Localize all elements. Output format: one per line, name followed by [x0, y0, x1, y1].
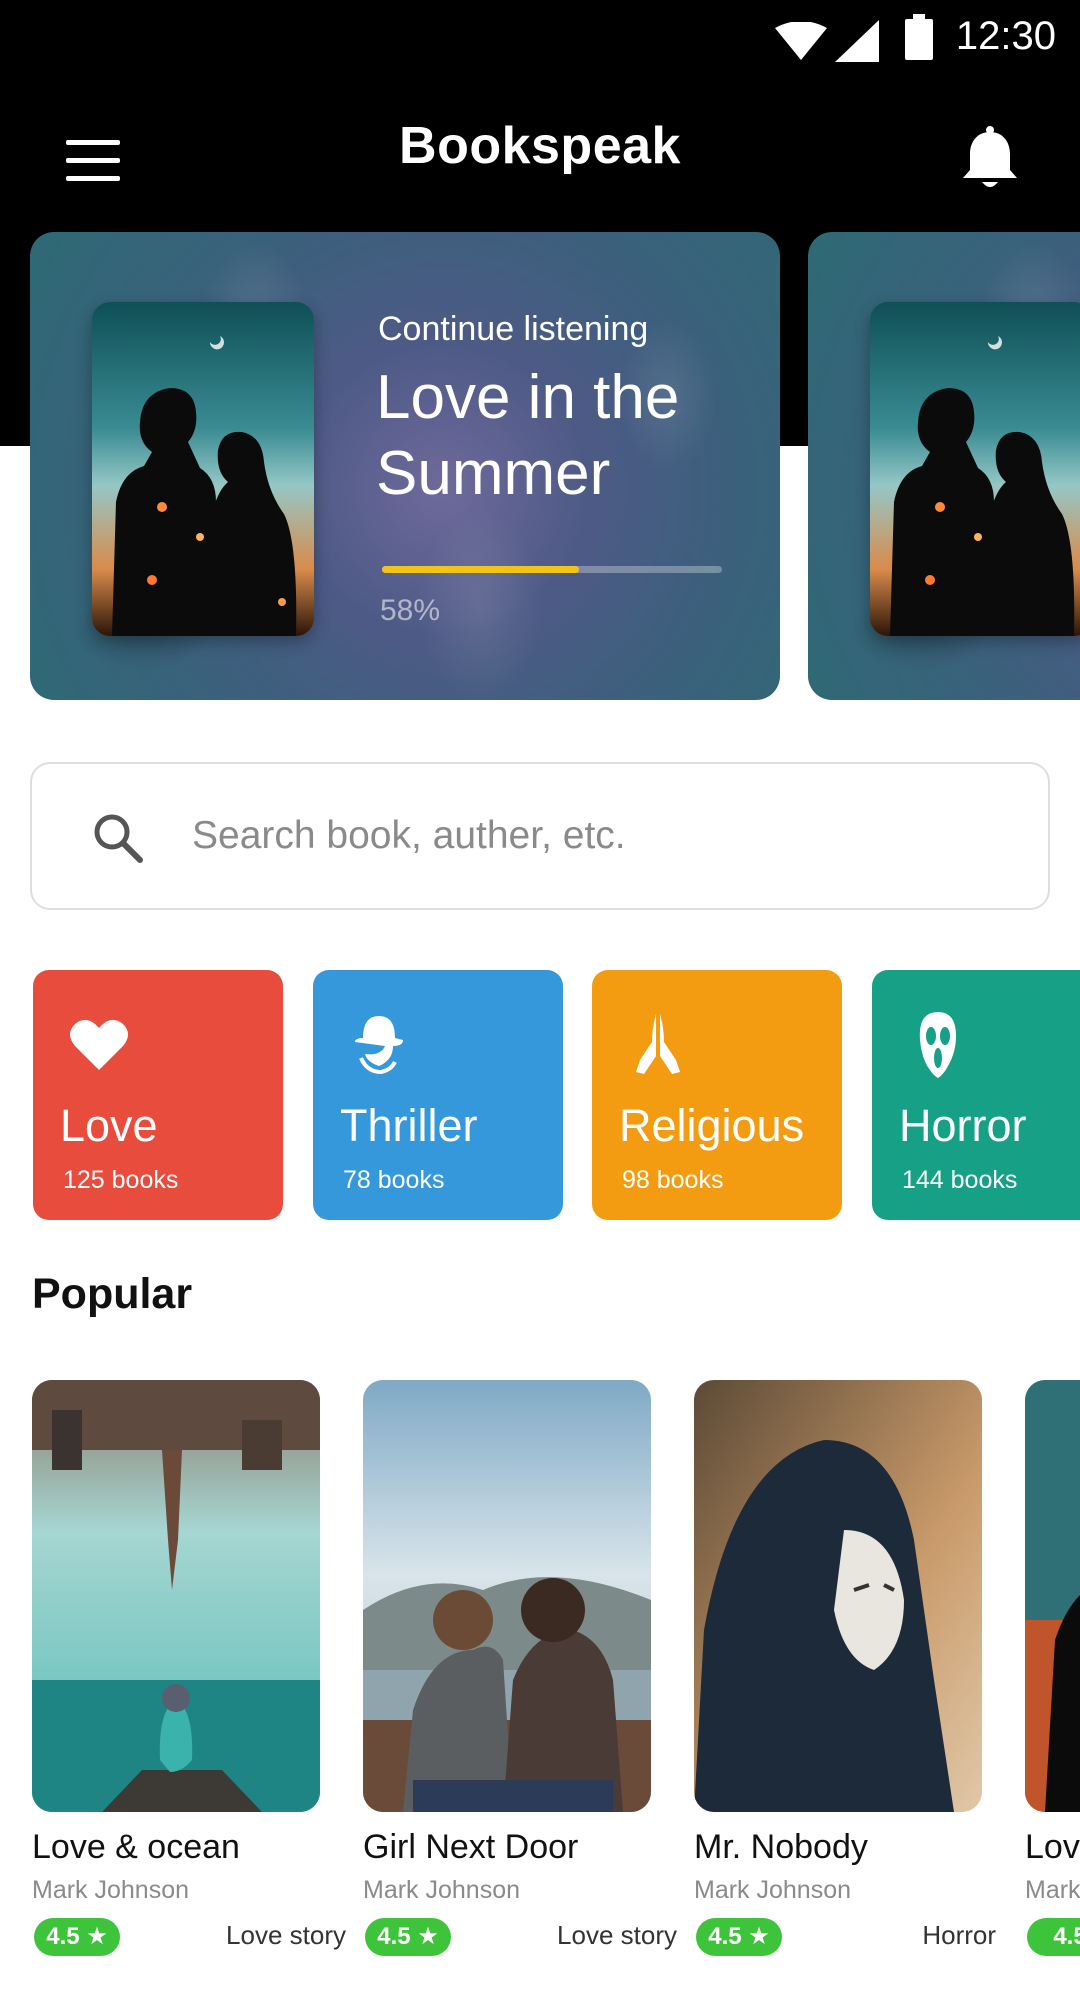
category-religious[interactable]: Religious 98 books	[592, 970, 842, 1220]
search-input[interactable]	[192, 804, 992, 868]
spy-icon	[355, 1016, 403, 1075]
book-author: Mark Johnson	[32, 1876, 190, 1904]
category-horror[interactable]: Horror 144 books	[872, 970, 1080, 1220]
status-time: 12:30	[955, 14, 1056, 58]
signal-icon	[835, 20, 879, 62]
category-thriller[interactable]: Thriller 78 books	[313, 970, 563, 1220]
popular-books-list[interactable]: Love & ocean Mark Johnson 4.5 ★ Love sto…	[0, 1380, 1080, 2000]
book-title: Mr. Nobody	[694, 1828, 868, 1866]
app-bar: Bookspeak	[0, 82, 1080, 232]
book-author: Mark Johnson	[694, 1876, 852, 1904]
search-bar[interactable]	[30, 762, 1050, 910]
app-title: Bookspeak	[399, 117, 681, 175]
rating-badge: 4.5	[1027, 1918, 1080, 1956]
book-cover-image	[92, 302, 314, 636]
rating-badge: 4.5 ★	[34, 1918, 120, 1956]
listening-progress-bar	[382, 566, 722, 573]
book-genre: Love story	[557, 1920, 677, 1950]
rating-badge: 4.5 ★	[696, 1918, 782, 1956]
notification-bell-icon[interactable]	[955, 124, 1025, 194]
category-name: Religious	[619, 1100, 805, 1151]
category-love[interactable]: Love 125 books	[33, 970, 283, 1220]
category-name: Love	[60, 1100, 158, 1151]
popular-section-title: Popular	[32, 1270, 193, 1318]
continue-listening-card[interactable]	[808, 232, 1080, 700]
category-count: 78 books	[343, 1166, 445, 1194]
category-count: 98 books	[622, 1166, 724, 1194]
category-name: Horror	[899, 1100, 1027, 1151]
book-cover-image	[694, 1380, 982, 1812]
category-list[interactable]: Love 125 books Thriller 78 books Religio…	[0, 970, 1080, 1222]
book-cover-image	[363, 1380, 651, 1812]
continue-listening-card[interactable]: Continue listening Love in the Summer 58…	[30, 232, 780, 700]
book-title: Girl Next Door	[363, 1828, 579, 1866]
book-author: Mark	[1025, 1876, 1080, 1904]
ghost-mask-icon	[919, 1012, 956, 1078]
book-cover-image	[1025, 1380, 1080, 1812]
continue-book-title: Love in the Summer	[376, 363, 680, 508]
continue-listening-carousel[interactable]: Continue listening Love in the Summer 58…	[0, 232, 1080, 702]
book-cover-image	[870, 302, 1080, 636]
category-count: 125 books	[63, 1166, 179, 1194]
book-title: Lov	[1025, 1828, 1080, 1866]
category-name: Thriller	[340, 1100, 478, 1151]
category-count: 144 books	[902, 1166, 1018, 1194]
search-icon	[94, 814, 143, 863]
menu-icon-line	[66, 176, 120, 181]
heart-icon	[70, 1019, 128, 1070]
battery-icon	[905, 14, 933, 60]
wifi-icon	[775, 22, 827, 60]
book-title: Love & ocean	[32, 1828, 240, 1866]
book-cover-image	[32, 1380, 320, 1812]
continue-label: Continue listening	[378, 310, 649, 348]
book-author: Mark Johnson	[363, 1876, 521, 1904]
progress-percent: 58%	[380, 594, 441, 627]
book-genre: Love story	[226, 1920, 346, 1950]
book-genre: Horror	[922, 1920, 996, 1950]
rating-badge: 4.5 ★	[365, 1918, 451, 1956]
listening-progress-fill	[382, 566, 580, 573]
praying-hands-icon	[636, 1014, 680, 1074]
status-bar: 12:30	[0, 0, 1080, 82]
